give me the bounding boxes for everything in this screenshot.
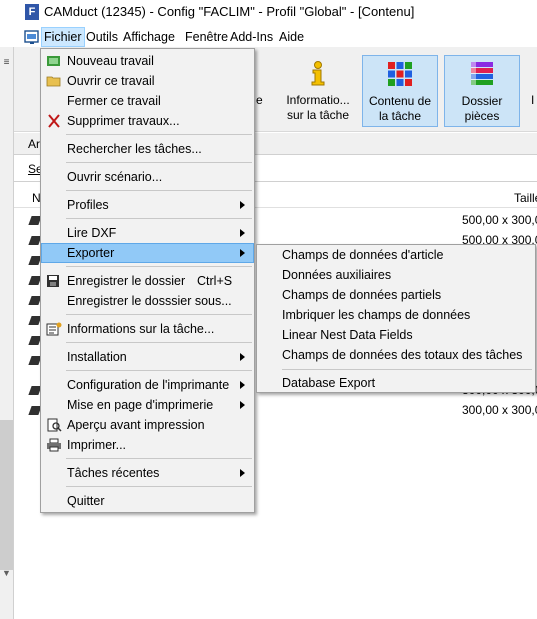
submenu-arrow-icon [240,353,245,361]
parts-folder-button[interactable]: Dossier pièces [444,55,520,127]
print-preview-icon [47,418,62,432]
panel-grip-icon: ≡ [3,57,10,68]
app-icon: F [25,4,39,20]
save-icon [47,275,59,287]
menu-fenetre[interactable]: Fenêtre [183,27,230,47]
submenu-arrow-icon [240,201,245,209]
submenu-arrow-icon [240,401,245,409]
window-title: CAMduct (12345) - Config "FACLIM" - Prof… [44,4,415,19]
menu-separator [66,266,252,267]
menu-affichage[interactable]: Affichage [121,27,177,47]
submenu-arrow-icon [240,381,245,389]
menu-item-supprimer-travaux[interactable]: Supprimer travaux... [41,111,254,131]
title-bar: F CAMduct (12345) - Config "FACLIM" - Pr… [0,0,537,24]
menu-fichier[interactable]: Fichier [41,27,85,47]
tab-fragment[interactable]: Ar [28,137,40,151]
parts-folder-label: Dossier pièces [461,94,503,123]
toolbar-partial-label: e [256,93,263,107]
menu-item-nouveau-travail[interactable]: Nouveau travail [41,51,254,71]
vertical-scrollbar[interactable] [0,420,13,570]
menu-item-ouvrir-scenario[interactable]: Ouvrir scénario... [41,167,254,187]
job-content-button[interactable]: Contenu de la tâche [362,55,438,127]
printer-icon [47,438,61,452]
job-info-icon [46,322,62,336]
menu-item-rechercher-taches[interactable]: Rechercher les tâches... [41,139,254,159]
menu-item-informations-tache[interactable]: Informations sur la tâche... [41,319,254,339]
menu-separator [66,458,252,459]
info-icon [311,61,325,86]
menu-item-mise-en-page[interactable]: Mise en page d'imprimerie [41,395,254,415]
menu-item-ouvrir-travail[interactable]: Ouvrir ce travail [41,71,254,91]
menu-separator [66,314,252,315]
menu-item-installation[interactable]: Installation [41,347,254,367]
menu-item-fermer-travail[interactable]: Fermer ce travail [41,91,254,111]
submenu-arrow-icon [240,249,245,257]
menu-item-imprimer[interactable]: Imprimer... [41,435,254,455]
size-value: 300,00 x 300,00 [462,403,537,417]
delete-x-icon [48,114,60,128]
menu-item-profiles[interactable]: Profiles [41,195,254,215]
menu-separator [66,218,252,219]
menu-separator [66,370,252,371]
submenu-arrow-icon [240,229,245,237]
column-header-taille[interactable]: Taille [514,191,537,205]
menu-item-lire-dxf[interactable]: Lire DXF [41,223,254,243]
menu-aide[interactable]: Aide [277,27,306,47]
size-value: 500,00 x 300,00 [462,213,537,227]
menu-item-configuration-imprimante[interactable]: Configuration de l'imprimante [41,375,254,395]
menu-add-ins[interactable]: Add-Ins [228,27,275,47]
submenu-item-database-export[interactable]: Database Export [257,373,535,393]
open-folder-icon [46,76,61,87]
job-info-button[interactable]: Informatio... sur la tâche [281,55,355,127]
grid-icon [388,62,412,86]
menu-separator [66,162,252,163]
menu-separator [282,369,532,370]
submenu-item-donnees-auxiliaires[interactable]: Données auxiliaires [257,265,535,285]
menu-item-enregistrer-dossier[interactable]: Enregistrer le dossier Ctrl+S [41,271,254,291]
menu-item-quitter[interactable]: Quitter [41,491,254,511]
toolbar-edge-label: I [531,93,535,107]
menu-item-enregistrer-sous[interactable]: Enregistrer le dosssier sous... [41,291,254,311]
submenu-item-imbriquer-champs[interactable]: Imbriquer les champs de données [257,305,535,325]
job-info-label: Informatio... sur la tâche [286,93,350,122]
scroll-down-arrow-icon[interactable]: ▼ [0,568,13,580]
menu-item-exporter[interactable]: Exporter [41,243,254,263]
job-content-label: Contenu de la tâche [368,94,432,123]
submenu-item-totaux-taches[interactable]: Champs de données des totaux des tâches [257,345,535,365]
menu-item-apercu-impression[interactable]: Aperçu avant impression [41,415,254,435]
menu-separator [66,486,252,487]
menu-outils[interactable]: Outils [84,27,120,47]
shortcut-ctrl-s: Ctrl+S [197,274,233,288]
submenu-arrow-icon [240,469,245,477]
menu-separator [66,190,252,191]
submenu-item-champs-partiels[interactable]: Champs de données partiels [257,285,535,305]
menu-separator [66,342,252,343]
system-menu-icon[interactable] [24,29,40,45]
submenu-item-linear-nest[interactable]: Linear Nest Data Fields [257,325,535,345]
folder-list-icon [471,62,493,85]
menu-item-taches-recentes[interactable]: Tâches récentes [41,463,254,483]
menu-separator [66,134,252,135]
submenu-item-champs-article[interactable]: Champs de données d'article [257,245,535,265]
new-job-icon [47,56,60,66]
